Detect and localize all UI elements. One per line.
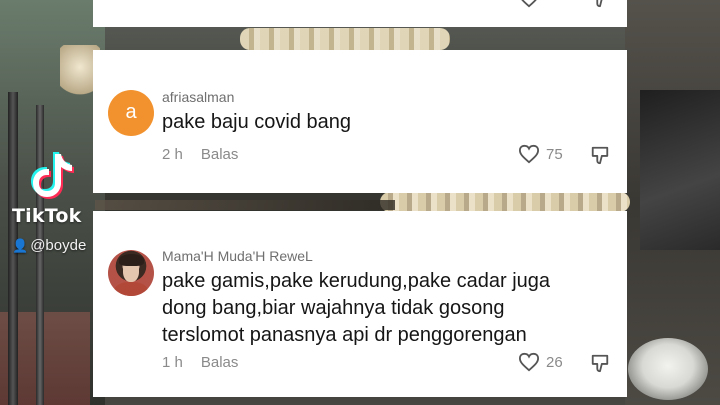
avatar[interactable] — [108, 250, 154, 296]
like-count: 26 — [546, 353, 563, 371]
comment-text: pake gamis,pake kerudung,pake cadar juga… — [162, 268, 550, 349]
dislike-icon[interactable] — [590, 353, 610, 373]
tiktok-logo-icon — [31, 152, 74, 199]
comment-timestamp: 1 h — [162, 354, 183, 371]
avatar-hair — [119, 254, 144, 266]
creator-handle: 👤 @boyde — [12, 237, 86, 254]
heart-icon — [518, 144, 540, 164]
comment-text-line: terslomot panasnya api dr penggorengan — [162, 324, 527, 346]
comment-text-line: pake baju covid bang — [162, 111, 352, 133]
comment-card: a afriasalman pake baju covid bang 2 h Ba… — [93, 50, 627, 193]
heart-icon[interactable] — [518, 0, 540, 8]
like-button[interactable]: 75 — [518, 144, 563, 164]
background-wok-shadow — [640, 90, 720, 250]
comment-text: pake baju covid bang — [162, 109, 351, 136]
background-fried-food-middle — [380, 192, 630, 212]
previous-comment-actions — [518, 0, 610, 8]
heart-icon — [518, 352, 540, 372]
avatar[interactable]: a — [108, 90, 154, 136]
background-bowl — [628, 338, 708, 400]
comment-text-line: dong bang,biar wajahnya tidak gosong — [162, 297, 505, 319]
comment-timestamp: 2 h — [162, 146, 183, 163]
comment-meta: 1 h Balas — [162, 354, 238, 371]
comment-card: Mama'H Muda'H ReweL pake gamis,pake keru… — [93, 211, 627, 397]
like-count: 75 — [546, 145, 563, 163]
creator-handle-text: @boyde — [30, 237, 87, 254]
background-rack — [95, 200, 395, 210]
comment-username[interactable]: afriasalman — [162, 89, 234, 105]
comment-meta: 2 h Balas — [162, 146, 238, 163]
like-button[interactable]: 26 — [518, 352, 563, 372]
comment-text-line: pake gamis,pake kerudung,pake cadar juga — [162, 270, 551, 292]
background-fried-food-top — [240, 28, 450, 50]
dislike-icon[interactable] — [590, 0, 610, 8]
tiktok-wordmark: TikTok — [12, 205, 82, 227]
person-icon: 👤 — [12, 238, 29, 253]
avatar-shirt — [114, 282, 148, 296]
previous-comment-card — [93, 0, 627, 27]
comment-username[interactable]: Mama'H Muda'H ReweL — [162, 248, 313, 264]
dislike-icon[interactable] — [590, 145, 610, 165]
reply-button[interactable]: Balas — [201, 354, 239, 371]
reply-button[interactable]: Balas — [201, 146, 239, 163]
